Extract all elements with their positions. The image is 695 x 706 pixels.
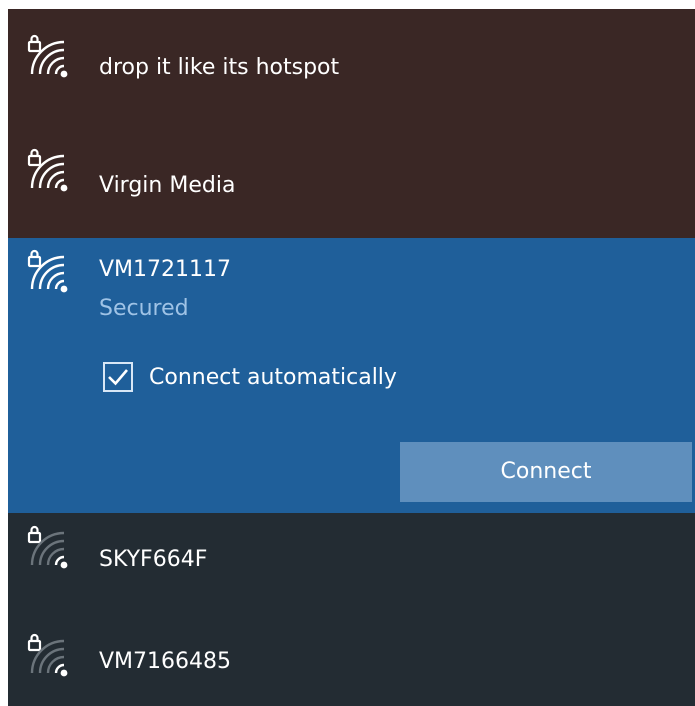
network-item-virgin-media[interactable]: Virgin Media xyxy=(8,123,695,238)
network-item-vm1721117-selected[interactable]: VM1721117 Secured Connect automatically … xyxy=(8,238,695,513)
network-name: VM7166485 xyxy=(99,649,232,674)
connect-button[interactable]: Connect xyxy=(400,442,692,502)
network-name: SKYF664F xyxy=(99,547,208,572)
network-name: VM1721117 xyxy=(99,257,232,282)
network-item-vm7166485[interactable]: VM7166485 xyxy=(8,609,695,706)
checkmark-icon xyxy=(108,369,128,386)
network-name: drop it like its hotspot xyxy=(99,55,340,80)
wifi-secured-weak-icon xyxy=(27,525,68,569)
network-item-drop-it-like-its-hotspot[interactable]: drop it like its hotspot xyxy=(8,9,695,123)
connect-automatically-checkbox[interactable] xyxy=(103,362,133,392)
wifi-secured-icon xyxy=(27,249,68,293)
network-item-skyf664f[interactable]: SKYF664F xyxy=(8,513,695,609)
wifi-secured-icon xyxy=(27,148,68,192)
connect-automatically-label: Connect automatically xyxy=(149,364,397,390)
wifi-secured-weak-icon xyxy=(27,633,68,677)
network-status: Secured xyxy=(99,296,189,321)
network-name: Virgin Media xyxy=(99,173,236,198)
connect-automatically-option[interactable]: Connect automatically xyxy=(103,362,397,392)
wifi-secured-icon xyxy=(27,34,68,78)
wifi-network-list: drop it like its hotspot Virgin Media VM… xyxy=(8,9,695,706)
